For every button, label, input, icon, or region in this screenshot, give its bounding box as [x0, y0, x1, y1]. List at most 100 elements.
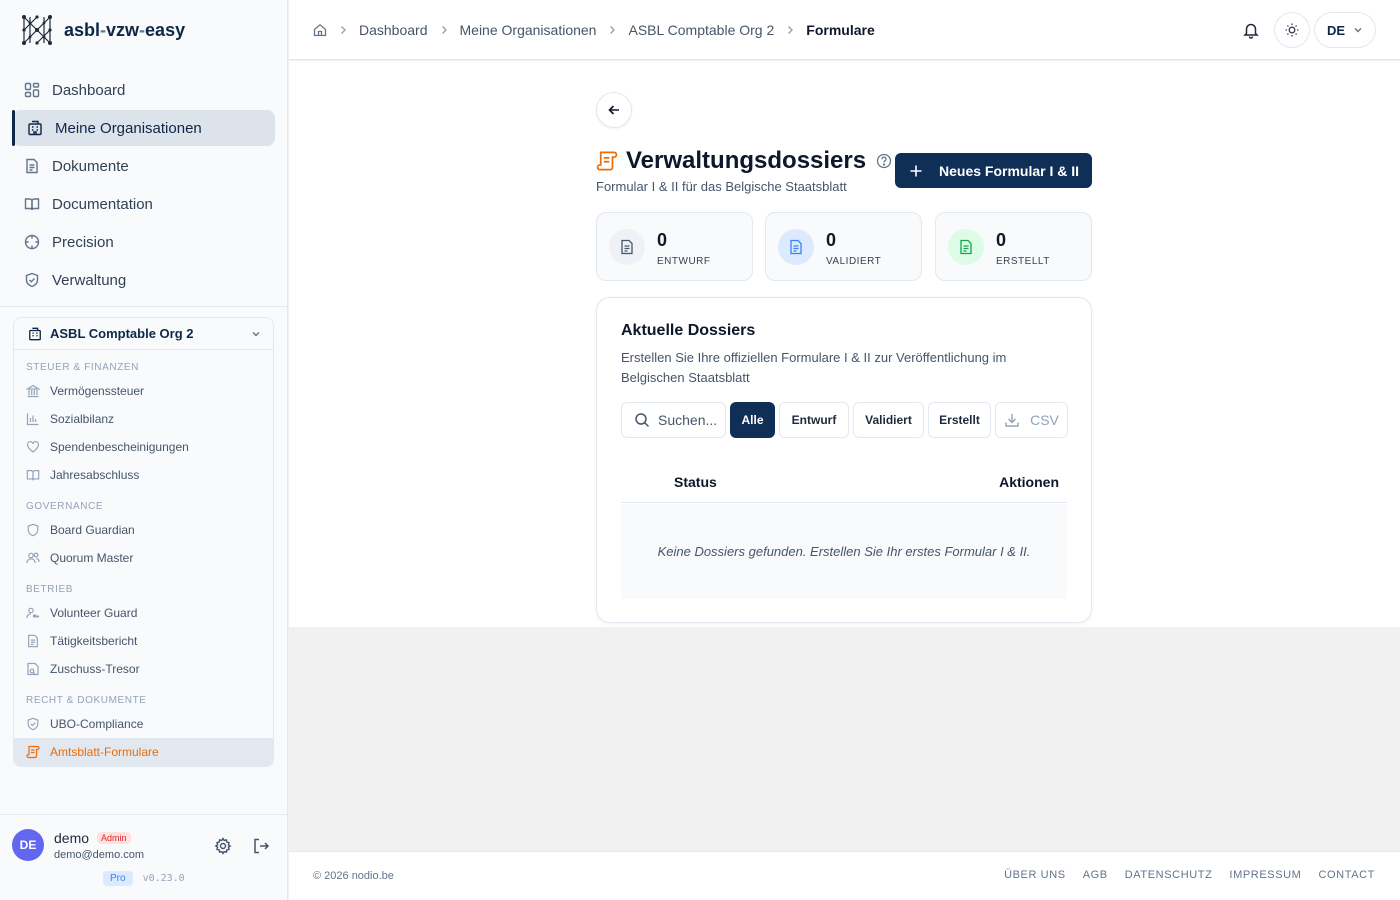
filter-alle-button[interactable]: Alle [730, 402, 775, 438]
main-content: Verwaltungsdossiers Formular I & II für … [289, 61, 1400, 627]
main-nav: Dashboard Meine Organisationen Dokumente… [0, 60, 287, 298]
org-item-label: Quorum Master [50, 551, 134, 565]
avatar[interactable]: DE [12, 829, 44, 861]
breadcrumb-dashboard[interactable]: Dashboard [359, 22, 428, 38]
book-icon [26, 468, 40, 482]
user-email: demo@demo.com [54, 849, 145, 861]
plus-icon [909, 164, 923, 178]
document-icon [26, 634, 40, 648]
user-name-row: demo Admin [54, 830, 131, 846]
vault-icon [26, 662, 40, 676]
breadcrumb-org[interactable]: ASBL Comptable Org 2 [628, 22, 774, 38]
footer-links: ÜBER UNS AGB DATENSCHUTZ IMPRESSUM CONTA… [1004, 869, 1375, 881]
org-item-label: Zuschuss-Tresor [50, 662, 140, 676]
footer-link-agb[interactable]: AGB [1083, 869, 1108, 881]
settings-gear-icon[interactable] [214, 837, 232, 855]
org-item-sozialbilanz[interactable]: Sozialbilanz [14, 405, 273, 433]
logout-icon[interactable] [252, 837, 270, 855]
org-item-quorum-master[interactable]: Quorum Master [14, 544, 273, 572]
card-title: Aktuelle Dossiers [621, 322, 756, 339]
footer-link-imprint[interactable]: IMPRESSUM [1229, 869, 1301, 881]
org-item-amtsblatt-formulare[interactable]: Amtsblatt-Formulare [14, 738, 273, 766]
card-description: Erstellen Sie Ihre offiziellen Formulare… [621, 350, 1007, 385]
org-item-jahresabschluss[interactable]: Jahresabschluss [14, 461, 273, 489]
org-item-board-guardian[interactable]: Board Guardian [14, 516, 273, 544]
nav-item-documentation[interactable]: Documentation [12, 186, 275, 222]
copyright: © 2026 nodio.be [313, 870, 394, 882]
filter-validiert-button[interactable]: Validiert [853, 402, 924, 438]
home-icon[interactable] [313, 23, 327, 37]
role-badge: Admin [97, 832, 131, 844]
document-icon [24, 158, 40, 174]
section-title: STEUER & FINANZEN [26, 362, 139, 373]
help-circle-icon[interactable] [876, 153, 892, 169]
org-item-label: Spendenbescheinigungen [50, 440, 189, 454]
chevron-right-icon [784, 24, 796, 36]
stat-label: ERSTELLT [996, 256, 1050, 267]
topbar: Dashboard Meine Organisationen ASBL Comp… [289, 0, 1400, 60]
nav-item-documents[interactable]: Dokumente [12, 148, 275, 184]
search-icon [634, 412, 650, 428]
brand-name: asbl-vzw-easy [64, 19, 186, 40]
column-status[interactable]: Status [674, 474, 717, 490]
org-item-label: Vermögenssteuer [50, 384, 145, 398]
back-button[interactable] [596, 92, 632, 128]
org-item-label: Amtsblatt-Formulare [50, 745, 159, 759]
arrow-left-icon [607, 103, 621, 117]
org-switcher[interactable]: ASBL Comptable Org 2 [14, 318, 273, 350]
search-input[interactable] [658, 412, 716, 428]
breadcrumb-organisations[interactable]: Meine Organisationen [460, 22, 597, 38]
sun-icon [1284, 22, 1300, 38]
csv-export-button[interactable]: CSV [995, 402, 1068, 438]
scroll-icon [596, 150, 618, 172]
bank-icon [26, 384, 40, 398]
network-logo-icon [20, 13, 54, 47]
users-icon [26, 551, 40, 565]
nav-label: Dokumente [52, 157, 129, 175]
plan-row: Pro v0.23.0 [103, 871, 185, 886]
nav-item-dashboard[interactable]: Dashboard [12, 72, 275, 108]
filter-toolbar: Alle Entwurf Validiert Erstellt CSV [621, 402, 1068, 438]
brand[interactable]: asbl-vzw-easy [0, 0, 287, 60]
stat-card-erstellt: 0 ERSTELLT [935, 212, 1092, 281]
nav-item-verwaltung[interactable]: Verwaltung [12, 262, 275, 298]
org-item-taetigkeitsbericht[interactable]: Tätigkeitsbericht [14, 627, 273, 655]
org-item-vermoegenssteuer[interactable]: Vermögenssteuer [14, 377, 273, 405]
nav-item-precision[interactable]: Precision [12, 224, 275, 260]
chevron-right-icon [337, 24, 349, 36]
stat-card-entwurf: 0 ENTWURF [596, 212, 753, 281]
nav-label: Verwaltung [52, 271, 127, 289]
org-item-ubo-compliance[interactable]: UBO-Compliance [14, 710, 273, 738]
stat-value: 0 [657, 230, 668, 250]
org-name: ASBL Comptable Org 2 [50, 326, 194, 341]
org-item-label: Volunteer Guard [50, 606, 138, 620]
breadcrumb: Dashboard Meine Organisationen ASBL Comp… [313, 0, 875, 60]
org-item-volunteer-guard[interactable]: Volunteer Guard [14, 599, 273, 627]
book-icon [24, 196, 40, 212]
org-item-label: Jahresabschluss [50, 468, 140, 482]
section-title: BETRIEB [26, 584, 73, 595]
heart-icon [26, 440, 40, 454]
document-icon [778, 229, 814, 265]
stat-label: ENTWURF [657, 256, 711, 267]
plan-badge: Pro [103, 871, 133, 886]
new-form-button[interactable]: Neues Formular I & II [895, 153, 1092, 188]
bell-icon[interactable] [1242, 21, 1260, 39]
filter-entwurf-button[interactable]: Entwurf [779, 402, 849, 438]
theme-toggle-button[interactable] [1274, 12, 1310, 48]
footer-link-privacy[interactable]: DATENSCHUTZ [1125, 869, 1213, 881]
footer-link-contact[interactable]: CONTACT [1318, 869, 1375, 881]
language-select[interactable]: DE [1314, 12, 1376, 48]
nav-item-organisations[interactable]: Meine Organisationen [12, 110, 275, 146]
shield-icon [24, 272, 40, 288]
section-title: GOVERNANCE [26, 501, 104, 512]
org-item-zuschuss-tresor[interactable]: Zuschuss-Tresor [14, 655, 273, 683]
filter-erstellt-button[interactable]: Erstellt [928, 402, 991, 438]
org-item-spendenbescheinigungen[interactable]: Spendenbescheinigungen [14, 433, 273, 461]
search-box[interactable] [621, 402, 726, 438]
stat-value: 0 [996, 230, 1007, 250]
org-item-label: Sozialbilanz [50, 412, 115, 426]
nav-label: Precision [52, 233, 114, 251]
footer-link-about[interactable]: ÜBER UNS [1004, 869, 1066, 881]
building-icon [27, 120, 43, 136]
